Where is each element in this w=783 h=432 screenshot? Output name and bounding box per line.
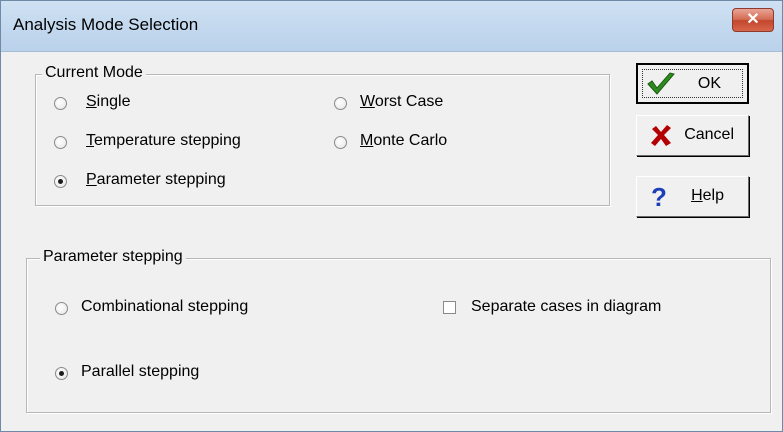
question-icon: ?: [651, 182, 667, 212]
help-label: Help: [691, 187, 724, 204]
dialog-window: Analysis Mode Selection ✕ Current Mode S…: [0, 0, 783, 432]
close-icon: ✕: [746, 11, 760, 28]
current-mode-group: Current Mode Single Temperature stepping…: [35, 64, 610, 206]
ok-label: OK: [697, 75, 721, 92]
radio-button-selected[interactable]: [54, 175, 67, 188]
parallel-label: Parallel stepping: [81, 363, 200, 380]
radio-button[interactable]: [334, 97, 347, 110]
parameter-stepping-legend: Parameter stepping: [40, 248, 186, 266]
radio-button[interactable]: [54, 136, 67, 149]
dialog-body: Current Mode Single Temperature stepping…: [9, 52, 774, 423]
radio-button[interactable]: [54, 97, 67, 110]
cancel-label: Cancel: [684, 126, 734, 143]
window-title: Analysis Mode Selection: [13, 15, 199, 34]
radio-button[interactable]: [334, 136, 347, 149]
cancel-button[interactable]: Cancel: [636, 115, 749, 156]
separate-cases-label: Separate cases in diagram: [471, 298, 662, 315]
radio-button-selected[interactable]: [55, 367, 68, 380]
checkbox[interactable]: [443, 301, 456, 314]
radio-button[interactable]: [55, 302, 68, 315]
x-icon: [651, 125, 671, 146]
ok-button[interactable]: OK: [636, 63, 749, 104]
checkmark-icon: [647, 72, 675, 95]
close-button[interactable]: ✕: [732, 8, 774, 32]
help-button[interactable]: ? Help: [636, 176, 749, 217]
parameter-stepping-group: Parameter stepping Combinational steppin…: [26, 248, 771, 413]
title-bar[interactable]: Analysis Mode Selection ✕: [1, 1, 782, 52]
combinational-label: Combinational stepping: [81, 298, 249, 315]
current-mode-legend: Current Mode: [42, 64, 146, 82]
